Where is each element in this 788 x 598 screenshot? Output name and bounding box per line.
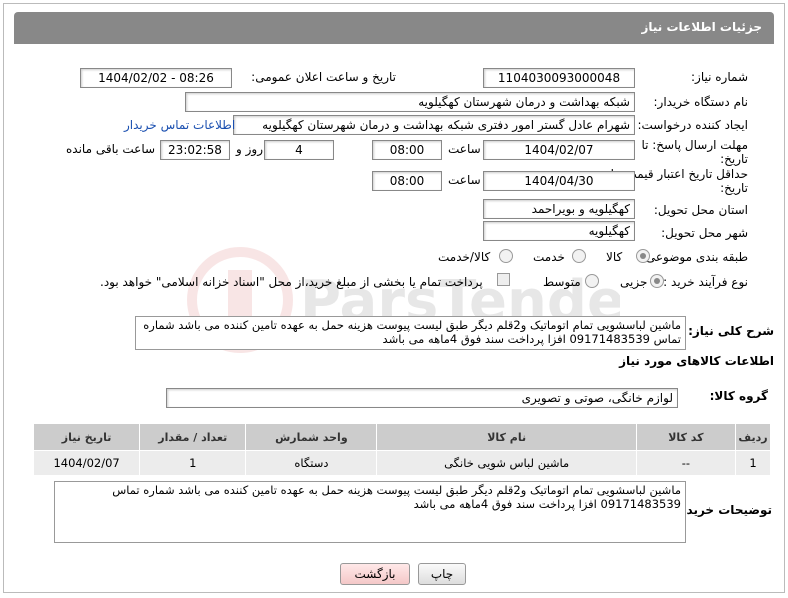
cell-qty: 1 [139,450,247,476]
buyer-notes-textarea[interactable]: ماشین لباسشویی تمام اتوماتیک و2قلم دیگر … [54,481,686,543]
need-number-label: شماره نیاز: [691,70,748,84]
col-header-name: نام کالا [376,423,637,451]
page-title: جزئیات اطلاعات نیاز [641,20,762,34]
deadline-date-field: 1404/02/07 [483,140,635,160]
remaining-time-field: 23:02:58 [160,140,230,160]
col-header-qty: تعداد / مقدار [139,423,247,451]
process-radio-minor[interactable] [650,274,664,288]
cell-row-no: 1 [734,450,772,476]
days-label: روز و [236,142,263,156]
city-label: شهر محل تحویل: [661,226,748,240]
deadline-label: مهلت ارسال پاسخ: تا تاریخ: [641,138,748,166]
col-header-unit: واحد شمارش [245,423,378,451]
goods-info-title: اطلاعات کالاهای مورد نیاز [619,354,774,368]
col-header-code: کد کالا [635,423,736,451]
city-field: کهگیلویه [483,221,635,241]
category-label: طبقه بندی موضوعی: [641,250,748,264]
cell-code: -- [635,450,736,476]
creator-field: شهرام عادل گستر امور دفتری شبکه بهداشت و… [233,115,635,135]
col-header-row-no: ردیف [734,423,772,451]
items-table: ردیف کد کالا نام کالا واحد شمارش تعداد /… [32,423,772,476]
process-radio-medium[interactable] [585,274,599,288]
category-option-goods: کالا [606,250,623,264]
process-option-minor: جزیی [620,275,648,289]
description-textarea[interactable]: ماشین لباسشویی تمام اتوماتیک و2قلم دیگر … [135,316,686,350]
validity-date-field: 1404/04/30 [483,171,635,191]
buyer-label: نام دستگاه خریدار: [653,95,749,109]
cell-date: 1404/02/07 [32,450,141,476]
remaining-label: ساعت باقی مانده [66,142,156,156]
print-button[interactable]: چاپ [418,563,466,585]
goods-group-label: گروه کالا: [709,389,768,403]
creator-label: ایجاد کننده درخواست: [637,118,748,132]
cell-name: ماشین لباس شویی خانگی [376,450,637,476]
announce-field: 1404/02/02 - 08:26 [80,68,232,88]
province-field: کهگیلویه و بویراحمد [483,199,635,219]
need-number-field: 1104030093000048 [483,68,635,88]
back-button[interactable]: بازگشت [340,563,410,585]
category-option-service: خدمت [533,250,565,264]
process-option-medium: متوسط [543,275,581,289]
days-field: 4 [264,140,334,160]
contact-info-link[interactable]: اطلاعات تماس خریدار [124,118,235,132]
announce-label: تاریخ و ساعت اعلان عمومی: [251,70,396,84]
payment-note: پرداخت تمام یا بخشی از مبلغ خرید،از محل … [100,275,483,289]
category-radio-both[interactable] [499,249,513,263]
category-radio-goods[interactable] [636,249,650,263]
cell-unit: دستگاه [245,450,378,476]
province-label: استان محل تحویل: [653,203,748,217]
category-radio-service[interactable] [572,249,586,263]
process-label: نوع فرآیند خرید : [663,275,748,289]
validity-time-label: ساعت [448,173,481,187]
category-option-both: کالا/خدمت [438,250,491,264]
deadline-time-field: 08:00 [372,140,442,160]
goods-group-field: لوازم خانگی، صوتی و تصویری [166,388,678,408]
table-header-row: ردیف کد کالا نام کالا واحد شمارش تعداد /… [32,423,772,451]
validity-time-field: 08:00 [372,171,442,191]
col-header-date: تاریخ نیاز [32,423,141,451]
deadline-time-label: ساعت [448,142,481,156]
buyer-field: شبکه بهداشت و درمان شهرستان کهگیلویه [185,92,635,112]
description-label: شرح کلی نیاز: [688,324,774,338]
treasury-checkbox[interactable] [497,273,510,286]
table-row[interactable]: 1 -- ماشین لباس شویی خانگی دستگاه 1 1404… [32,450,772,476]
page-header: جزئیات اطلاعات نیاز [14,12,774,44]
